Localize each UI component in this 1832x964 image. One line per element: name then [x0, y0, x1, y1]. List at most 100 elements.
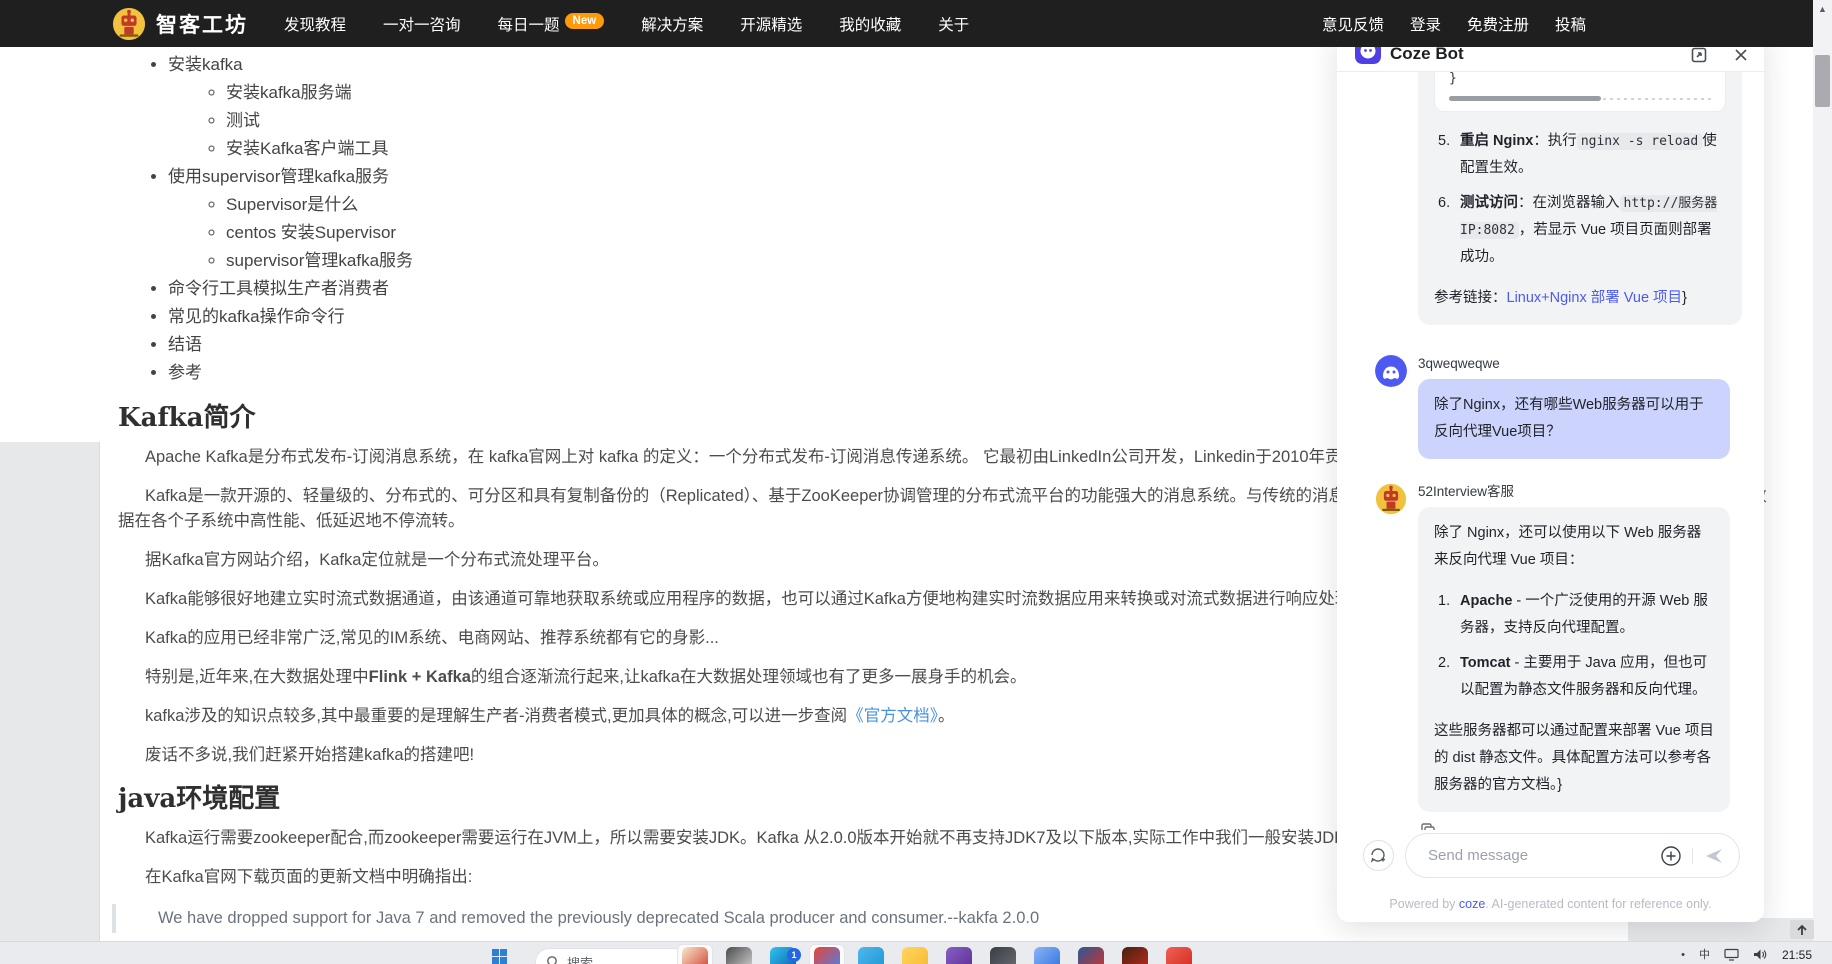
files-dark-app-icon[interactable] [726, 947, 752, 964]
nav-item-opensource[interactable]: 开源精选 [740, 13, 802, 35]
code-text: } [1449, 72, 1457, 86]
avatar-spacer [1375, 72, 1407, 325]
send-button-icon[interactable] [1703, 845, 1725, 867]
edge-browser-icon[interactable]: 1 [770, 947, 801, 964]
step-number: 6. [1438, 195, 1451, 211]
screenshot-app-icon[interactable] [990, 947, 1016, 964]
code-block: } [1434, 72, 1726, 112]
nav-item-consult[interactable]: 一对一咨询 [383, 13, 461, 35]
top-navbar: 智客工坊 发现教程 一对一咨询 每日一题 New 解决方案 开源精选 我的收藏 关… [0, 0, 1813, 47]
display-icon[interactable] [1724, 948, 1739, 961]
media-dots-app-icon[interactable] [1078, 947, 1104, 964]
hidden-icons-dot[interactable]: • [1681, 948, 1685, 962]
nav-menu: 发现教程 一对一咨询 每日一题 New 解决方案 开源精选 我的收藏 关于 [284, 12, 969, 35]
expand-icon[interactable] [1690, 46, 1708, 64]
diagram-app-icon[interactable] [1034, 947, 1060, 964]
text-link[interactable]: Linux+Nginx 部署 Vue 项目 [1507, 290, 1683, 306]
bot-bubble: } 5. 重启 Nginx：执行nginx -s reload使配置生效。 [1418, 72, 1742, 325]
server-name: Tomcat [1460, 655, 1511, 671]
nav-item-submit-post[interactable]: 投稿 [1555, 13, 1586, 35]
server-name: Apache [1460, 593, 1513, 609]
bot-bubble: 除了 Nginx，还可以使用以下 Web 服务器来反向代理 Vue 项目： 1.… [1418, 507, 1730, 812]
server-list: 1. Apache - 一个广泛使用的开源 Web 服务器，支持反向代理配置。 … [1434, 588, 1714, 704]
message-input-container [1405, 833, 1740, 878]
nav-item-favorites[interactable]: 我的收藏 [839, 13, 901, 35]
system-tray: • 中 21:55 [1681, 942, 1812, 964]
telegram-app-icon[interactable] [858, 947, 884, 964]
numbered-steps: 5. 重启 Nginx：执行 nginx -s reload 使配置生效。 6. 测… [1434, 128, 1726, 271]
nav-item-register[interactable]: 免费注册 [1467, 13, 1529, 35]
ime-language-icon[interactable]: 中 [1699, 948, 1710, 962]
back-to-top-button[interactable] [1790, 920, 1814, 939]
start-button[interactable] [492, 949, 507, 964]
reference-line: 参考链接：Linux+Nginx 部署 Vue 项目} [1434, 290, 1687, 306]
bot-intro: 除了 Nginx，还可以使用以下 Web 服务器来反向代理 Vue 项目： [1434, 525, 1702, 568]
scrollbar-thumb[interactable] [1449, 96, 1601, 101]
user-bubble: 除了Nginx，还有哪些Web服务器可以用于反向代理Vue项目？ [1418, 379, 1730, 459]
video-dark-app-icon[interactable] [1122, 947, 1148, 964]
bot-name: 52Interview客服 [1418, 484, 1515, 499]
scrollbar-up-arrow-icon[interactable]: ▲ [1817, 4, 1828, 15]
text-link[interactable]: coze [1459, 897, 1485, 911]
user-message: 3qweqweqwe 除了Nginx，还有哪些Web服务器可以用于反向代理Vue… [1375, 355, 1742, 459]
powered-by-note: Powered by coze. AI-generated content fo… [1389, 897, 1712, 911]
text-link[interactable]: 《官方文档》 [847, 707, 938, 725]
nav-item-about[interactable]: 关于 [938, 13, 969, 35]
noodles-app-icon[interactable] [682, 947, 708, 964]
step-number: 5. [1438, 133, 1451, 149]
notification-badge: 1 [787, 948, 801, 962]
brand-name: 智客工坊 [156, 13, 248, 37]
close-icon[interactable] [1732, 46, 1750, 64]
chat-title: Coze Bot [1390, 44, 1464, 63]
nav-item-feedback[interactable]: 意见反馈 [1322, 13, 1384, 35]
step-title: 测试访问 [1460, 195, 1518, 211]
bot-message: } 5. 重启 Nginx：执行nginx -s reload使配置生效。 [1375, 72, 1742, 325]
browser-scrollbar[interactable]: ▲ [1813, 0, 1832, 941]
screen: 安装kafka 安装kafka服务端 测试 安装Kafka客户端工具 使用sup… [0, 0, 1832, 964]
nav-item-label: 每日一题 [497, 16, 560, 34]
bot-outro: 这些服务器都可以通过配置来部署 Vue 项目的 dist 静态文件。具体配置方法… [1434, 723, 1714, 793]
red-browser-icon[interactable] [1166, 947, 1192, 964]
nav-item-discover[interactable]: 发现教程 [284, 13, 346, 35]
nav-item-login[interactable]: 登录 [1410, 13, 1441, 35]
search-icon [547, 956, 557, 964]
search-placeholder: 搜索 [567, 955, 594, 964]
chat-messages: } 5. 重启 Nginx：执行nginx -s reload使配置生效。 [1337, 72, 1764, 830]
attach-plus-icon[interactable] [1660, 845, 1682, 867]
page-background-left [0, 442, 100, 941]
coze-chat-panel: Coze Bot } 5. 重启 Nginx：执行 nginx -s reloa… [1337, 30, 1764, 922]
step-item: 5. 重启 Nginx：执行 nginx -s reload 使配置生效。 [1438, 128, 1726, 182]
chrome-browser-icon[interactable] [814, 947, 840, 964]
new-chat-button[interactable] [1363, 840, 1394, 871]
step-item: 6. 测试访问：在浏览器输入 http://服务器IP:8082 ，若显示 Vue … [1438, 190, 1726, 271]
nav-item-solutions[interactable]: 解决方案 [641, 13, 703, 35]
new-badge: New [564, 12, 605, 29]
copy-icon[interactable] [1420, 822, 1436, 830]
nav-item-daily-question[interactable]: 每日一题 New [497, 12, 605, 35]
volume-icon[interactable] [1753, 948, 1768, 961]
item-number: 2. [1438, 655, 1451, 671]
visual-studio-icon[interactable] [946, 947, 972, 964]
server-item: 2. Tomcat - 主要用于 Java 应用，但也可以配置为静态文件服务器和… [1438, 650, 1714, 704]
divider [1692, 847, 1693, 864]
toc-link[interactable]: 安装kafka [168, 55, 243, 74]
brand-robot-logo-icon [112, 7, 146, 40]
brand[interactable]: 智客工坊 [112, 7, 248, 41]
taskbar-search-box[interactable]: 搜索 [535, 948, 688, 964]
item-number: 1. [1438, 593, 1451, 609]
message-input[interactable] [1428, 847, 1660, 864]
user-name: 3qweqweqwe [1418, 356, 1500, 371]
bot-avatar-robot-icon [1375, 483, 1407, 515]
windows-taskbar: 搜索 1 • 中 21:55 [0, 941, 1832, 964]
code-horizontal-scrollbar[interactable] [1449, 96, 1711, 101]
scrollbar-thumb[interactable] [1815, 55, 1830, 107]
toc-link[interactable]: 使用supervisor管理kafka服务 [168, 167, 389, 186]
nav-right-menu: 意见反馈 登录 免费注册 投稿 [1322, 13, 1586, 35]
taskbar-clock[interactable]: 21:55 [1782, 948, 1812, 962]
chat-footer: Powered by coze. AI-generated content fo… [1337, 830, 1764, 922]
new-chat-bubble-icon [1370, 848, 1385, 863]
arrow-up-icon [1797, 924, 1807, 935]
bot-message: 52Interview客服 除了 Nginx，还可以使用以下 Web 服务器来反… [1375, 483, 1742, 830]
user-avatar [1375, 355, 1407, 387]
folder-explorer-icon[interactable] [902, 947, 928, 964]
